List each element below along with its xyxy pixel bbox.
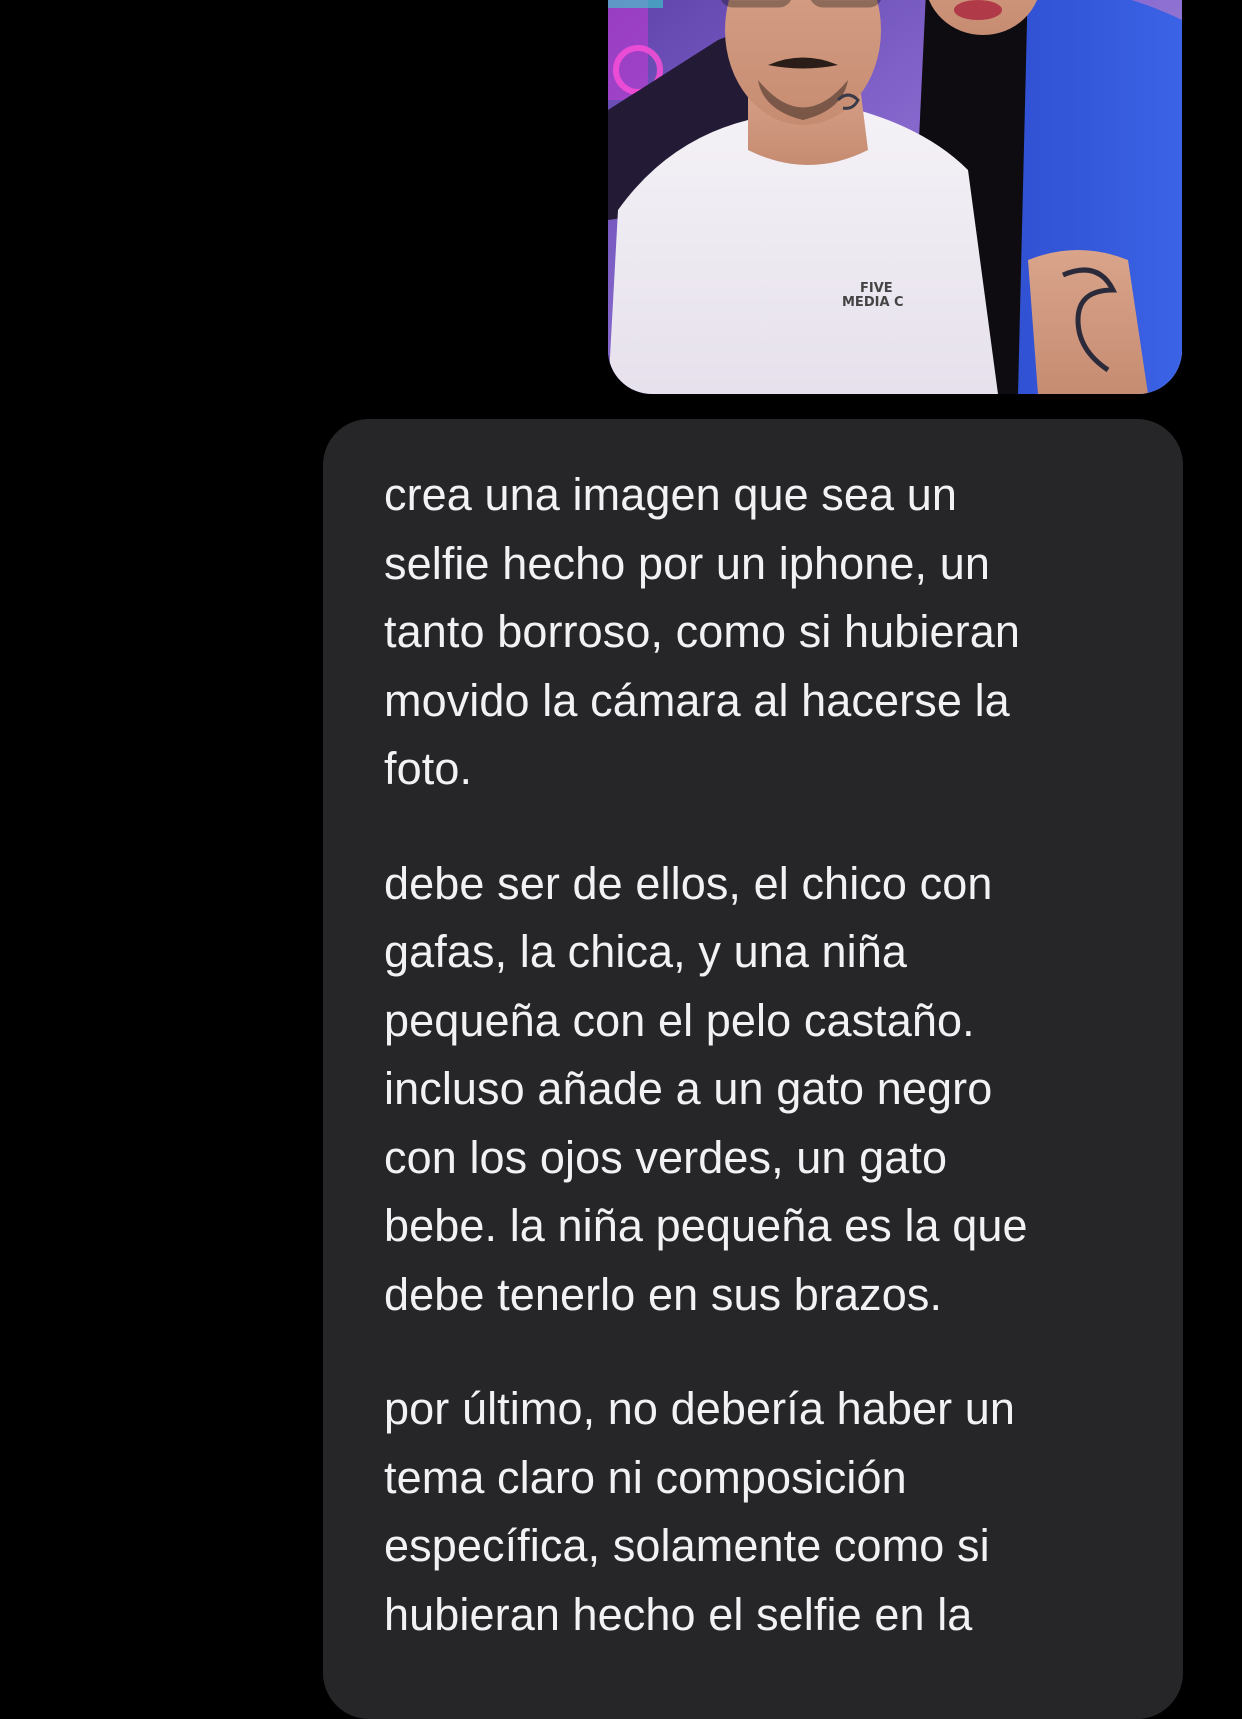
message-paragraph: crea una imagen que sea un selfie hecho … [384,469,1020,794]
shirt-print-line2: MEDIA C [842,295,904,310]
message-paragraph: debe ser de ellos, el chico con gafas, l… [384,857,1028,1320]
chat-thread: FIVE MEDIA C crea una imagen que sea un … [0,0,1242,1719]
message-bubble[interactable]: crea una imagen que sea un selfie hecho … [323,419,1183,1719]
photo-image: FIVE MEDIA C [608,0,1182,394]
message-paragraph: por último, no debería haber un tema cla… [384,1383,1016,1640]
shirt-print-line1: FIVE [860,281,893,296]
photo-attachment[interactable]: FIVE MEDIA C [608,0,1182,394]
